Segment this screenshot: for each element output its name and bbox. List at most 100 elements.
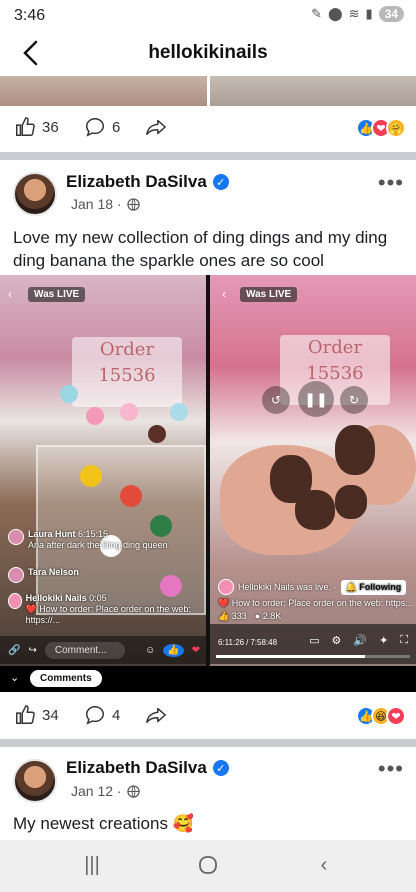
post-date[interactable]: Jan 12 · <box>71 783 140 799</box>
settings-icon[interactable]: ⚙ <box>332 634 342 647</box>
rewind-icon[interactable]: ↺ <box>262 386 290 414</box>
charm <box>60 385 78 403</box>
commenter-avatar <box>8 567 24 583</box>
captions-icon[interactable]: ▭ <box>309 634 319 647</box>
live-status-text: Hellokiki Nails was live. · <box>238 581 337 592</box>
player-controls: ▭ ⚙ 🔊 ✦ ⛶ <box>309 634 408 647</box>
post-date[interactable]: Jan 18 · <box>71 196 140 212</box>
reactions-stat: ● 2.8K <box>254 611 282 621</box>
globe-icon <box>126 197 140 211</box>
views-stat: 👍 333 <box>218 611 247 621</box>
comment-text: Aria after dark the Ding ding queen <box>28 540 168 550</box>
fullscreen-icon[interactable]: ⛶ <box>400 634 408 647</box>
reactions-count: 2.8K <box>262 611 282 621</box>
commenter-name: Laura Hunt <box>28 529 76 539</box>
emoji-icon[interactable]: ☺ <box>145 645 155 656</box>
charm <box>120 403 138 421</box>
ai-icon[interactable]: ✦ <box>379 634 388 647</box>
status-time: 3:46 <box>14 7 46 24</box>
page-avatar <box>218 579 234 595</box>
following-label: Following <box>359 581 402 592</box>
live-video-left[interactable]: ‹ Was LIVE Order 15536 Laura Hunt 6:15:1… <box>0 275 206 692</box>
video-stats: 👍 333 ● 2.8K <box>218 610 413 623</box>
comment-bubble-icon <box>86 706 104 725</box>
home-circle-icon <box>199 856 217 874</box>
volume-icon[interactable]: 🔊 <box>353 634 367 647</box>
post-date-text: Jan 12 · <box>71 783 122 799</box>
system-nav-bar: ||| ‹ <box>0 840 416 892</box>
like-button[interactable]: 36 <box>14 116 59 138</box>
photo-thumbnail[interactable] <box>209 76 416 106</box>
comment-input[interactable]: Comment... <box>44 641 125 659</box>
love-reaction-icon: ❤ <box>386 706 406 726</box>
order-info-text: ❤️ How to order: Place order on the web:… <box>218 598 413 608</box>
commenter-name: Tara Nelson <box>28 567 79 577</box>
comments-tab[interactable]: Comments <box>30 670 102 687</box>
chocolate-charm <box>295 490 335 530</box>
post-actions: 34 4 👍 😆 ❤ <box>0 694 416 738</box>
post-author[interactable]: Elizabeth DaSilva ✓ <box>66 758 229 778</box>
charm <box>80 465 102 487</box>
comment-button[interactable]: 6 <box>84 116 120 138</box>
live-comment: Laura Hunt 6:15:15 Aria after dark the D… <box>8 529 193 551</box>
commenter-avatar <box>8 593 22 609</box>
comment-bubble-icon <box>86 118 104 137</box>
recent-apps-button[interactable]: ||| <box>78 854 106 878</box>
back-small-icon[interactable]: ‹ <box>222 287 226 301</box>
more-options-button[interactable]: ••• <box>378 756 404 782</box>
photo-thumbnail[interactable] <box>0 76 207 106</box>
like-count: 34 <box>42 706 59 724</box>
time-current: 6:11:26 <box>218 638 245 647</box>
heart-small-icon[interactable]: ❤ <box>192 645 206 656</box>
post-author[interactable]: Elizabeth DaSilva ✓ <box>66 172 229 192</box>
like-count: 36 <box>42 118 59 136</box>
page-title: hellokikinails <box>148 42 268 63</box>
previous-post-photos[interactable] <box>0 76 416 106</box>
was-live-badge: Was LIVE <box>28 287 86 302</box>
post-media[interactable]: ‹ Was LIVE Order 15536 Laura Hunt 6:15:1… <box>0 275 416 692</box>
avatar[interactable] <box>13 759 57 803</box>
following-button[interactable]: 🔔 Following <box>340 579 407 595</box>
author-name: Elizabeth DaSilva <box>66 758 207 777</box>
live-info: Hellokiki Nails was live. · 🔔 Following … <box>218 579 413 623</box>
commenter-name: Hellokiki Nails <box>25 593 87 603</box>
views-count: 333 <box>231 611 247 621</box>
commenter-avatar <box>8 529 24 545</box>
was-live-badge: Was LIVE <box>240 287 298 302</box>
battery-indicator: 34 <box>378 6 404 22</box>
wifi-icon: ≋ <box>348 6 360 21</box>
forward-icon[interactable]: ↻ <box>340 386 368 414</box>
video-progress-bar[interactable] <box>216 655 410 658</box>
location-icon: ⬤ <box>328 6 343 21</box>
home-button[interactable] <box>194 854 222 878</box>
collapse-icon[interactable]: ⌄ <box>10 671 19 684</box>
share-small-icon[interactable]: ↪ <box>28 645 36 656</box>
charm <box>148 425 166 443</box>
reaction-summary[interactable]: 👍 ❤ 🤗 <box>356 118 406 138</box>
globe-icon <box>126 784 140 798</box>
like-button[interactable]: 34 <box>14 704 59 726</box>
signal-icon: ▮ <box>365 6 373 21</box>
comment-time: 0:05 <box>89 593 107 603</box>
post-date-text: Jan 18 · <box>71 196 122 212</box>
reaction-summary[interactable]: 👍 😆 ❤ <box>356 706 406 726</box>
share-button[interactable] <box>144 704 168 726</box>
order-card: Order 15536 <box>72 337 182 407</box>
avatar[interactable] <box>13 172 57 216</box>
system-back-button[interactable]: ‹ <box>310 854 338 878</box>
like-small-icon[interactable]: 👍 <box>163 643 184 657</box>
share-button[interactable] <box>144 116 168 138</box>
back-small-icon[interactable]: ‹ <box>8 287 12 301</box>
link-icon[interactable]: 🔗 <box>8 645 20 656</box>
video-progress-fill <box>216 655 366 658</box>
live-video-right[interactable]: ‹ Was LIVE Order 15536 ↺ ❚❚ ↻ Hellokiki … <box>210 275 416 692</box>
more-options-button[interactable]: ••• <box>378 170 404 196</box>
pause-icon[interactable]: ❚❚ <box>298 381 334 417</box>
share-arrow-icon <box>146 707 166 724</box>
care-reaction-icon: 🤗 <box>386 118 406 138</box>
comment-time: 6:15:15 <box>78 529 109 539</box>
order-card: Order 15536 <box>280 335 390 405</box>
thumb-up-icon <box>16 705 35 724</box>
post-text: My newest creations 🥰 <box>13 814 194 833</box>
comment-button[interactable]: 4 <box>84 704 120 726</box>
